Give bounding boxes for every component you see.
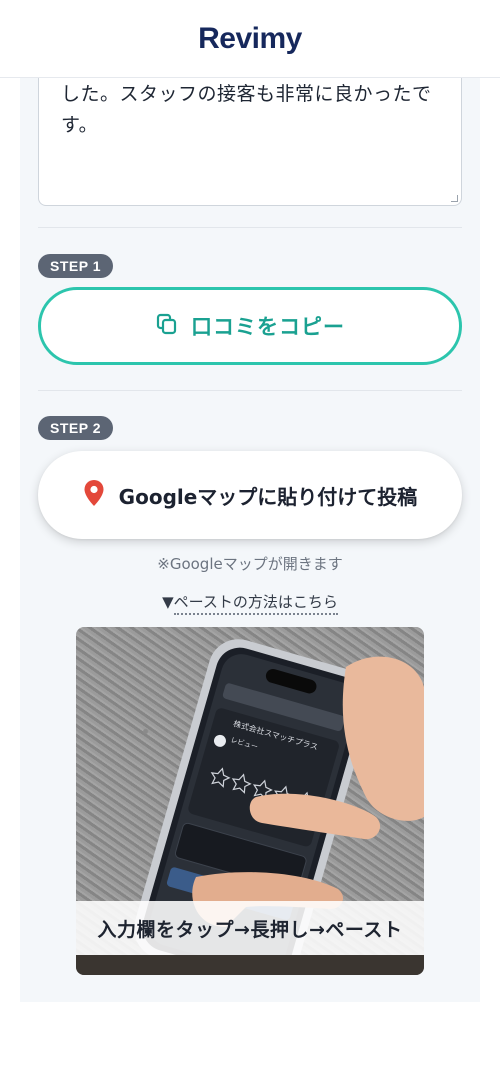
copy-review-button[interactable]: 口コミをコピー — [38, 287, 462, 365]
copy-icon — [155, 312, 179, 340]
paste-howto-link[interactable]: ペーストの方法はこちら — [173, 593, 338, 615]
map-pin-icon — [83, 479, 105, 511]
paste-howto-image: 株式会社スマッチプラス レビュー 入力欄をタップ→長押し→ペースト — [76, 627, 424, 975]
revimy-logo[interactable]: Revimy — [198, 22, 302, 56]
resize-handle[interactable] — [451, 195, 458, 202]
google-maps-post-button[interactable]: Googleマップに貼り付けて投稿 — [38, 451, 462, 539]
triangle-down-icon: ▼ — [162, 593, 174, 611]
step-1-badge: STEP 1 — [38, 254, 113, 278]
divider — [38, 227, 462, 228]
howto-image-caption: 入力欄をタップ→長押し→ペースト — [76, 901, 424, 955]
step-2-badge: STEP 2 — [38, 416, 113, 440]
divider — [38, 390, 462, 391]
copy-button-label: 口コミをコピー — [191, 315, 345, 339]
paste-howto-toggle[interactable]: ▼ペーストの方法はこちら — [0, 591, 500, 615]
maps-open-note: ※Googleマップが開きます — [157, 555, 343, 573]
phone-bottom-edge — [76, 955, 424, 975]
maps-button-label: Googleマップに貼り付けて投稿 — [118, 484, 418, 509]
review-textarea[interactable]: 思いました。友人と楽しい時間を過ごせました。スタッフの接客も非常に良かったです。 — [38, 66, 462, 206]
app-header: Revimy — [0, 0, 500, 78]
